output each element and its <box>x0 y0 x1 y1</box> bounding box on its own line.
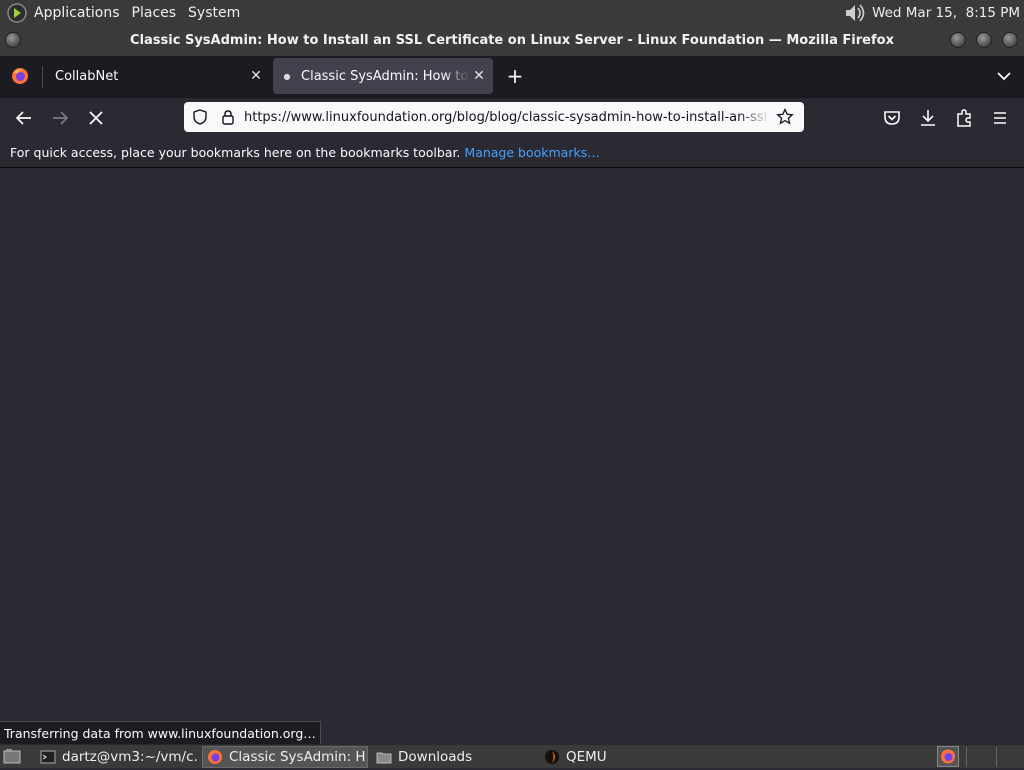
places-menu[interactable]: Places <box>126 5 183 21</box>
maximize-button[interactable] <box>976 32 992 48</box>
list-all-tabs-chevron-icon[interactable] <box>994 66 1014 86</box>
taskbar-item-downloads[interactable]: Downloads <box>372 746 534 768</box>
system-menu[interactable]: System <box>182 5 246 21</box>
close-icon[interactable]: ✕ <box>246 68 266 84</box>
top-panel: Applications Places System Wed Mar 15, 8… <box>0 0 1024 25</box>
pocket-icon[interactable] <box>880 106 904 130</box>
taskbar-item-qemu[interactable]: QEMU <box>540 746 702 768</box>
speaker-icon[interactable] <box>842 2 866 24</box>
qemu-icon <box>544 749 560 765</box>
workspace-switcher-firefox-icon[interactable] <box>937 746 959 767</box>
firefox-view-icon[interactable] <box>11 67 29 85</box>
tab-label: CollabNet <box>55 68 119 84</box>
gnome-foot-icon[interactable] <box>6 2 28 24</box>
clock[interactable]: Wed Mar 15, 8:15 PM <box>872 5 1020 21</box>
taskbar-item-terminal[interactable]: dartz@vm3:~/vm/c… <box>36 746 198 768</box>
workspace-separator <box>966 747 967 767</box>
applications-menu[interactable]: Applications <box>28 5 126 21</box>
manage-bookmarks-link[interactable]: Manage bookmarks… <box>464 145 599 160</box>
taskbar-item-label: Classic SysAdmin: H… <box>229 749 368 765</box>
url-bar[interactable]: https://www.linuxfoundation.org/blog/blo… <box>184 102 804 132</box>
show-desktop-icon[interactable] <box>3 748 21 764</box>
bookmarks-toolbar: For quick access, place your bookmarks h… <box>0 138 1024 168</box>
firefox-icon <box>207 749 223 765</box>
taskbar-item-label: QEMU <box>566 749 607 765</box>
bottom-panel: dartz@vm3:~/vm/c… Classic SysAdmin: H… D… <box>0 744 1024 768</box>
hamburger-menu-icon[interactable] <box>988 106 1012 130</box>
window-titlebar[interactable]: Classic SysAdmin: How to Install an SSL … <box>0 25 1024 56</box>
back-arrow-icon[interactable] <box>12 106 36 130</box>
tab-label: Classic SysAdmin: How to Install an SSL … <box>301 68 469 84</box>
tab-classic-sysadmin[interactable]: ● Classic SysAdmin: How to Install an SS… <box>273 58 493 94</box>
window-title: Classic SysAdmin: How to Install an SSL … <box>130 33 894 48</box>
forward-arrow-icon[interactable] <box>48 106 72 130</box>
taskbar-item-firefox[interactable]: Classic SysAdmin: H… <box>202 746 368 768</box>
new-tab-icon[interactable]: + <box>505 64 525 88</box>
extensions-puzzle-icon[interactable] <box>952 106 976 130</box>
page-content-area[interactable] <box>0 169 1024 744</box>
downloads-icon[interactable] <box>916 106 940 130</box>
folder-icon <box>376 749 392 765</box>
padlock-icon[interactable] <box>220 109 236 125</box>
stop-loading-icon[interactable] <box>84 106 108 130</box>
close-window-button[interactable] <box>1002 32 1018 48</box>
terminal-icon <box>40 749 56 765</box>
close-icon[interactable]: ✕ <box>469 68 489 84</box>
bookmark-star-icon[interactable] <box>776 107 794 126</box>
navigation-toolbar: https://www.linuxfoundation.org/blog/blo… <box>0 98 1024 138</box>
taskbar-item-label: Downloads <box>398 749 473 765</box>
loading-throbber-icon: ● <box>283 71 291 81</box>
tab-collabnet[interactable]: CollabNet ✕ <box>42 58 268 94</box>
taskbar-item-label: dartz@vm3:~/vm/c… <box>62 749 198 765</box>
minimize-button[interactable] <box>950 32 966 48</box>
url-text[interactable]: https://www.linuxfoundation.org/blog/blo… <box>244 110 770 125</box>
bookmarks-hint-text: For quick access, place your bookmarks h… <box>10 145 461 160</box>
tracking-protection-shield-icon[interactable] <box>192 109 208 125</box>
workspace-separator <box>996 747 997 767</box>
tab-strip: CollabNet ✕ ● Classic SysAdmin: How to I… <box>0 56 1024 98</box>
status-panel: Transferring data from www.linuxfoundati… <box>0 721 321 744</box>
